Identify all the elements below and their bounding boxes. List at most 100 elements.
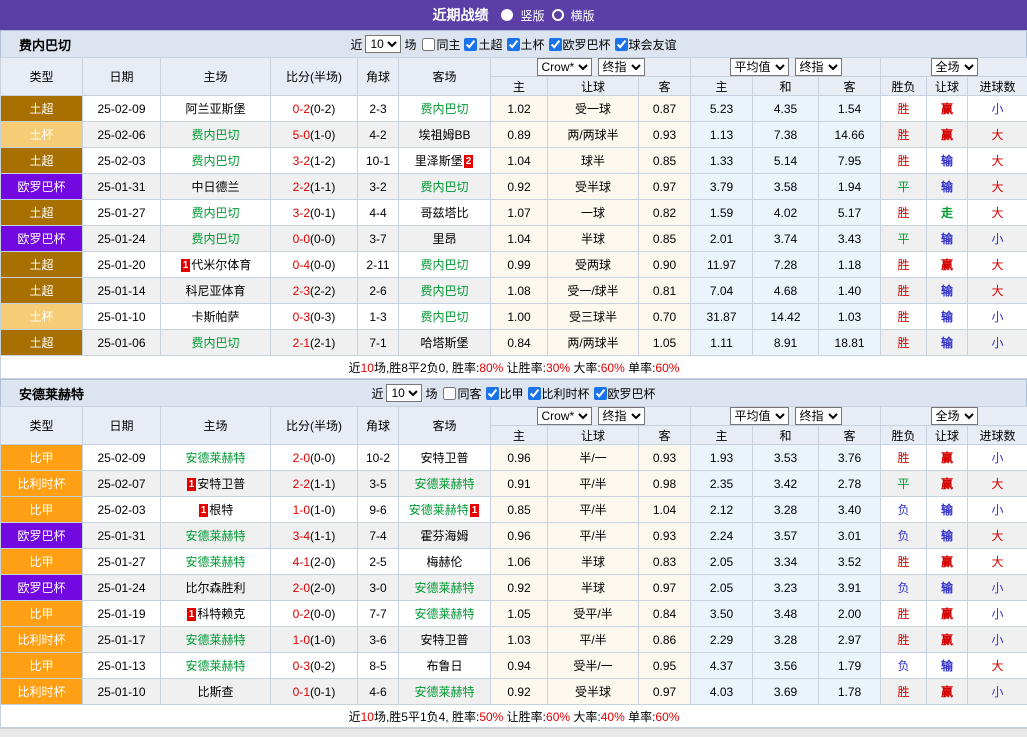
- avg-draw-odds: 5.14: [753, 148, 819, 174]
- league-type-badge: 土超: [1, 252, 83, 278]
- handicap-line: 半球: [548, 226, 639, 252]
- team-name: 安特卫普: [420, 451, 468, 465]
- team-name: 安德莱赫特: [185, 633, 245, 647]
- column-header-1: 日期: [83, 58, 161, 96]
- halftime-score: (0-0): [310, 232, 335, 246]
- home-team: 费内巴切: [161, 148, 271, 174]
- fulltime-score: 2-0: [293, 581, 310, 595]
- summary-text: 让胜率:: [503, 710, 546, 724]
- avg-draw-odds: 3.74: [753, 226, 819, 252]
- odds-source-select[interactable]: 终指: [795, 58, 842, 76]
- card-badge: 1: [187, 608, 197, 621]
- crow-away-odds: 0.93: [639, 445, 691, 471]
- league-checkbox[interactable]: [549, 38, 562, 51]
- crow-home-odds: 0.91: [491, 471, 548, 497]
- score-cell: 3-4(1-1): [271, 523, 358, 549]
- horizontal-layout-radio[interactable]: [552, 9, 564, 21]
- league-type-badge: 土超: [1, 148, 83, 174]
- home-team: 1根特: [161, 497, 271, 523]
- away-team: 费内巴切: [399, 174, 491, 200]
- odds-group-header: Crow* 终指: [491, 407, 691, 426]
- odds-source-select[interactable]: 平均值: [730, 58, 789, 76]
- match-date: 25-01-24: [83, 226, 161, 252]
- league-checkbox[interactable]: [486, 387, 499, 400]
- vertical-layout-label[interactable]: 竖版: [520, 7, 544, 24]
- odds-source-select[interactable]: 终指: [598, 58, 645, 76]
- column-header-1: 日期: [83, 407, 161, 445]
- avg-away-odds: 3.91: [819, 575, 881, 601]
- card-badge: 1: [181, 259, 191, 272]
- goals-result: 小: [968, 96, 1027, 122]
- handicap-line: 受平/半: [548, 601, 639, 627]
- handicap-result: 输: [927, 497, 968, 523]
- avg-home-odds: 7.04: [691, 278, 753, 304]
- handicap-result: 输: [927, 653, 968, 679]
- home-team: 比斯查: [161, 679, 271, 705]
- goals-result: 大: [968, 471, 1027, 497]
- home-team: 1科特赖克: [161, 601, 271, 627]
- vertical-layout-radio[interactable]: [501, 9, 513, 21]
- away-team: 费内巴切: [399, 278, 491, 304]
- summary-row: 近10场,胜5平1负4, 胜率:50% 让胜率:60% 大率:40% 单率:60…: [1, 705, 1027, 728]
- odds-source-select[interactable]: Crow*: [537, 58, 592, 76]
- league-type-badge: 土超: [1, 278, 83, 304]
- fulltime-score: 1-0: [293, 503, 310, 517]
- handicap-line: 受两球: [548, 252, 639, 278]
- corner-count: 2-5: [358, 549, 399, 575]
- crow-away-odds: 0.83: [639, 549, 691, 575]
- filter-games-label: 场: [425, 385, 437, 402]
- avg-home-odds: 11.97: [691, 252, 753, 278]
- match-date: 25-01-14: [83, 278, 161, 304]
- league-checkbox[interactable]: [615, 38, 628, 51]
- score-cell: 0-4(0-0): [271, 252, 358, 278]
- goals-result: 小: [968, 445, 1027, 471]
- team-name: 科尼亚体育: [185, 284, 245, 298]
- handicap-line: 平/半: [548, 471, 639, 497]
- match-row: 比利时杯25-01-17安德莱赫特1-0(1-0)3-6安特卫普1.03平/半0…: [1, 627, 1027, 653]
- odds-source-select[interactable]: Crow*: [537, 407, 592, 425]
- goals-result: 大: [968, 653, 1027, 679]
- score-cell: 2-1(2-1): [271, 330, 358, 356]
- crow-home-odds: 1.00: [491, 304, 548, 330]
- avg-draw-odds: 3.48: [753, 601, 819, 627]
- home-team: 安德莱赫特: [161, 653, 271, 679]
- odds-source-select[interactable]: 全场: [931, 407, 978, 425]
- fulltime-score: 1-0: [293, 633, 310, 647]
- column-header-0: 类型: [1, 58, 83, 96]
- odds-group-header: 全场: [881, 58, 1027, 77]
- odds-source-select[interactable]: 终指: [598, 407, 645, 425]
- recent-count-select[interactable]: 10: [365, 35, 401, 53]
- horizontal-layout-label[interactable]: 横版: [571, 7, 595, 24]
- league-checkbox[interactable]: [507, 38, 520, 51]
- league-checkbox[interactable]: [594, 387, 607, 400]
- same-venue-checkbox[interactable]: [443, 387, 456, 400]
- league-checkbox[interactable]: [528, 387, 541, 400]
- away-team: 安特卫普: [399, 445, 491, 471]
- corner-count: 2-6: [358, 278, 399, 304]
- odds-source-select[interactable]: 终指: [795, 407, 842, 425]
- crow-home-odds: 0.96: [491, 445, 548, 471]
- handicap-result: 输: [927, 304, 968, 330]
- handicap-line: 半球: [548, 549, 639, 575]
- column-header-2: 主场: [161, 58, 271, 96]
- odds-source-select[interactable]: 平均值: [730, 407, 789, 425]
- summary-text: 40%: [601, 710, 625, 724]
- handicap-result: 输: [927, 330, 968, 356]
- home-team: 费内巴切: [161, 226, 271, 252]
- avg-away-odds: 3.40: [819, 497, 881, 523]
- team-name: 安德莱赫特: [185, 659, 245, 673]
- match-result: 胜: [881, 304, 927, 330]
- team-name: 费内巴切: [191, 128, 239, 142]
- team-name: 安特卫普: [197, 477, 245, 491]
- same-venue-checkbox[interactable]: [422, 38, 435, 51]
- odds-source-select[interactable]: 全场: [931, 58, 978, 76]
- league-checkbox-label: 欧罗巴杯: [563, 36, 611, 53]
- home-team: 比尔森胜利: [161, 575, 271, 601]
- column-subheader-3: 主: [691, 77, 753, 96]
- league-type-badge: 比甲: [1, 445, 83, 471]
- avg-draw-odds: 3.58: [753, 174, 819, 200]
- league-checkbox[interactable]: [464, 38, 477, 51]
- recent-count-select[interactable]: 10: [386, 384, 422, 402]
- match-result: 负: [881, 497, 927, 523]
- avg-home-odds: 1.13: [691, 122, 753, 148]
